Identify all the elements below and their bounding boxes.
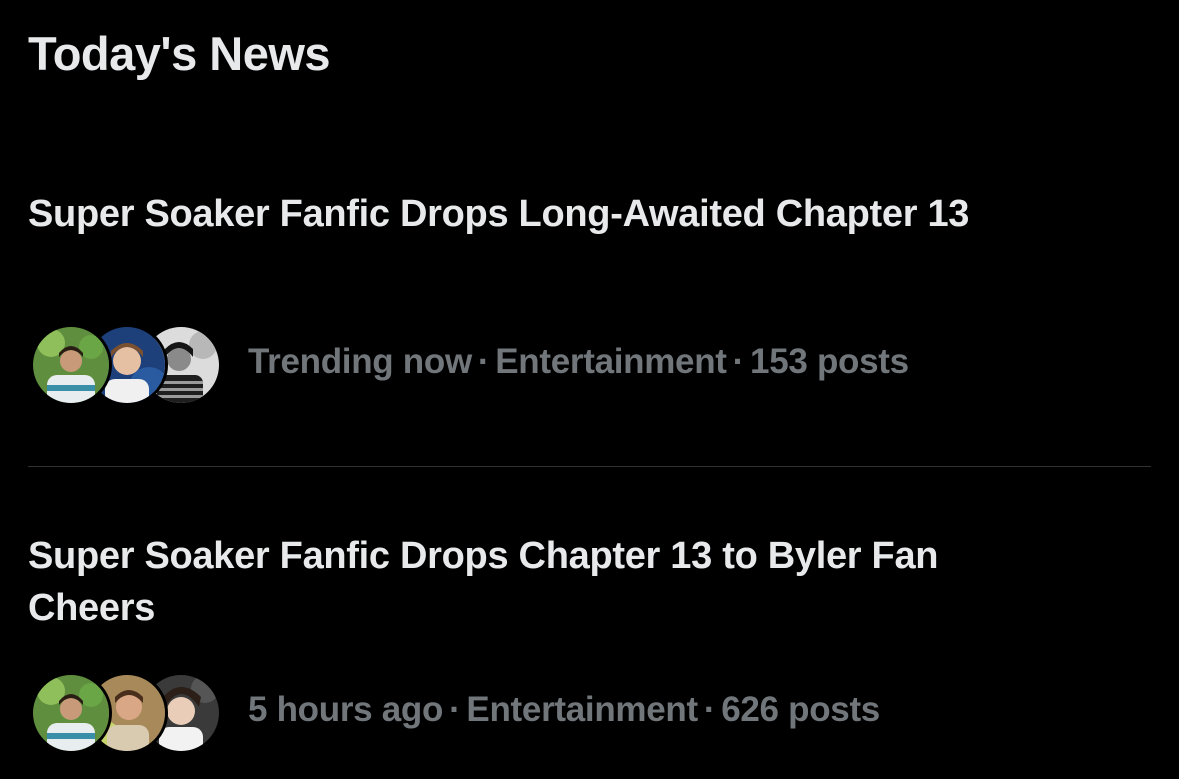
section-title: Today's News: [28, 27, 331, 80]
avatar-photo: [33, 675, 109, 751]
news-post-count: 626 posts: [721, 690, 880, 729]
news-item[interactable]: Super Soaker Fanfic Drops Long-Awaited C…: [0, 186, 1179, 466]
divider: [28, 466, 1151, 467]
news-meta-text: Trending now · Entertainment · 153 posts: [248, 342, 909, 382]
news-time: 5 hours ago: [248, 690, 444, 729]
avatar-photo: [33, 327, 109, 403]
news-time: Trending now: [248, 342, 472, 381]
avatar-stack: [30, 320, 222, 406]
news-category: Entertainment: [495, 342, 727, 381]
separator-dot: ·: [703, 690, 716, 729]
separator-dot: ·: [477, 342, 490, 381]
news-meta: Trending now · Entertainment · 153 posts: [30, 320, 909, 406]
news-item[interactable]: Super Soaker Fanfic Drops Chapter 13 to …: [0, 468, 1179, 779]
news-meta-text: 5 hours ago · Entertainment · 626 posts: [248, 690, 880, 730]
separator-dot: ·: [449, 690, 461, 729]
news-meta: 5 hours ago · Entertainment · 626 posts: [30, 668, 880, 754]
news-headline[interactable]: Super Soaker Fanfic Drops Chapter 13 to …: [28, 530, 1059, 634]
news-post-count: 153 posts: [750, 342, 909, 381]
news-headline[interactable]: Super Soaker Fanfic Drops Long-Awaited C…: [28, 188, 1059, 240]
avatar: [30, 324, 112, 406]
separator-dot: ·: [732, 342, 745, 381]
avatar: [30, 672, 112, 754]
avatar-stack: [30, 668, 222, 754]
news-category: Entertainment: [466, 690, 698, 729]
